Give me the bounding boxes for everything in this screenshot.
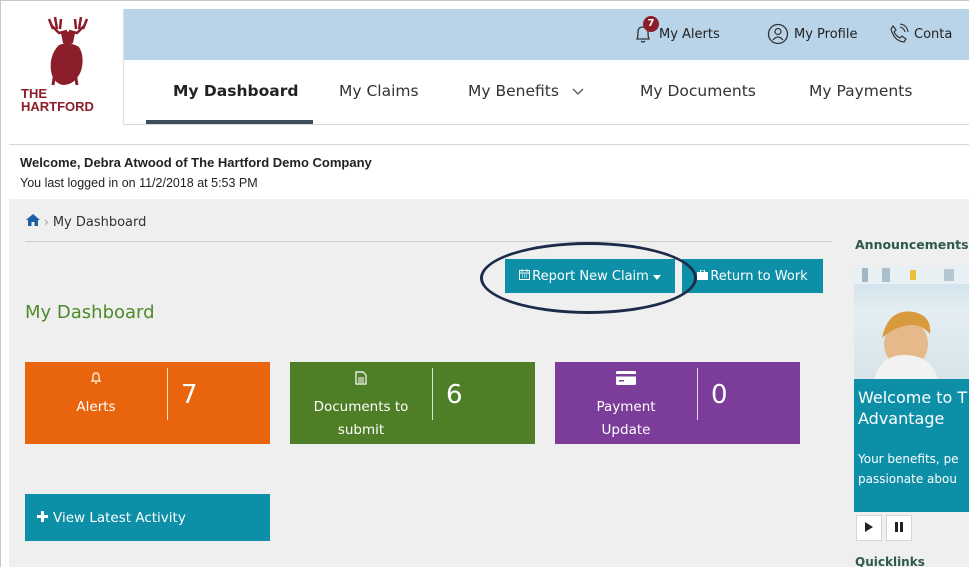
quicklinks-title: Quicklinks	[855, 555, 925, 567]
chevron-down-icon	[572, 82, 584, 100]
return-to-work-label: Return to Work	[710, 268, 808, 284]
document-icon	[290, 370, 432, 389]
nav-my-benefits[interactable]: My Benefits	[468, 82, 584, 100]
phone-icon	[887, 23, 909, 45]
header-spacer	[9, 125, 969, 145]
highlight-oval-annotation	[480, 242, 697, 314]
my-profile-link[interactable]: My Profile	[767, 23, 857, 45]
credit-card-icon	[555, 370, 697, 389]
documents-tile[interactable]: Documents to submit 6	[290, 362, 535, 444]
announcements-title: Announcements	[855, 237, 969, 252]
nav-my-payments[interactable]: My Payments	[809, 82, 912, 100]
stag-logo-icon	[47, 16, 89, 86]
payment-count: 0	[711, 380, 728, 410]
nav-my-documents[interactable]: My Documents	[640, 82, 756, 100]
documents-tile-label-line1: Documents to	[313, 399, 409, 415]
announcement-body-line1: Your benefits, pe	[858, 452, 959, 466]
announcement-heading-line1: Welcome to T	[858, 388, 968, 407]
payment-tile-label: Payment Update	[555, 396, 697, 442]
announcement-photo	[854, 266, 969, 379]
home-icon[interactable]	[25, 213, 41, 231]
welcome-message: Welcome, Debra Atwood of The Hartford De…	[20, 155, 372, 170]
tile-divider	[167, 368, 168, 420]
welcome-banner: Welcome, Debra Atwood of The Hartford De…	[9, 146, 969, 199]
announcement-body: Your benefits, pe passionate abou	[858, 449, 959, 489]
pause-icon	[895, 522, 903, 532]
announcement-image[interactable]	[854, 266, 969, 379]
bell-icon	[25, 370, 167, 389]
page-frame: THE HARTFORD 7 My Alerts My Profile Cont…	[0, 0, 969, 567]
payment-tile-label-line1: Payment	[596, 399, 656, 415]
return-to-work-button[interactable]: Return to Work	[682, 259, 823, 293]
breadcrumb-separator: ›	[44, 215, 49, 229]
alerts-tile-label: Alerts	[25, 396, 167, 419]
my-alerts-label: My Alerts	[659, 26, 720, 42]
bell-icon: 7	[632, 16, 659, 45]
last-login-text: You last logged in on 11/2/2018 at 5:53 …	[20, 176, 258, 190]
utility-bar: 7 My Alerts My Profile Conta	[124, 9, 969, 60]
divider	[25, 241, 832, 242]
contact-label: Conta	[914, 26, 953, 42]
announcement-body-line2: passionate abou	[858, 472, 957, 486]
logo-text: THE HARTFORD	[21, 87, 94, 113]
logo-text-hartford: HARTFORD	[21, 99, 94, 114]
announcement-heading: Welcome to T Advantage	[858, 387, 967, 429]
view-latest-activity-button[interactable]: View Latest Activity	[25, 494, 270, 541]
plus-icon	[37, 510, 48, 526]
main-content: › My Dashboard Report New Claim Return t…	[9, 199, 969, 567]
breadcrumb: › My Dashboard	[25, 213, 146, 231]
payment-tile-label-line2: Update	[601, 422, 651, 438]
alerts-badge: 7	[643, 16, 659, 32]
active-tab-indicator	[146, 120, 313, 124]
my-alerts-link[interactable]: 7 My Alerts	[632, 16, 720, 45]
my-profile-label: My Profile	[794, 26, 858, 42]
user-circle-icon	[767, 23, 789, 45]
dashboard-title: My Dashboard	[25, 302, 155, 323]
play-button[interactable]	[856, 515, 882, 541]
alerts-tile-label-text: Alerts	[76, 399, 116, 415]
main-nav: My Dashboard My Claims My Benefits My Do…	[124, 60, 969, 125]
hartford-logo[interactable]: THE HARTFORD	[9, 9, 124, 125]
alerts-count: 7	[181, 380, 198, 410]
announcement-heading-line2: Advantage	[858, 409, 945, 428]
breadcrumb-current: My Dashboard	[52, 214, 147, 230]
documents-count: 6	[446, 380, 463, 410]
documents-tile-label: Documents to submit	[290, 396, 432, 442]
documents-tile-label-line2: submit	[337, 422, 385, 438]
alerts-tile[interactable]: Alerts 7	[25, 362, 270, 444]
nav-my-claims[interactable]: My Claims	[339, 82, 419, 100]
view-latest-activity-label: View Latest Activity	[53, 509, 186, 526]
nav-my-dashboard[interactable]: My Dashboard	[173, 82, 298, 100]
pause-button[interactable]	[886, 515, 912, 541]
tile-divider	[697, 368, 698, 420]
play-icon	[865, 522, 873, 532]
tile-divider	[432, 368, 433, 420]
nav-my-benefits-label: My Benefits	[468, 82, 559, 100]
announcement-panel[interactable]: Welcome to T Advantage Your benefits, pe…	[854, 379, 969, 512]
payment-update-tile[interactable]: Payment Update 0	[555, 362, 800, 444]
briefcase-icon	[697, 269, 709, 284]
contact-link[interactable]: Conta	[887, 23, 952, 45]
